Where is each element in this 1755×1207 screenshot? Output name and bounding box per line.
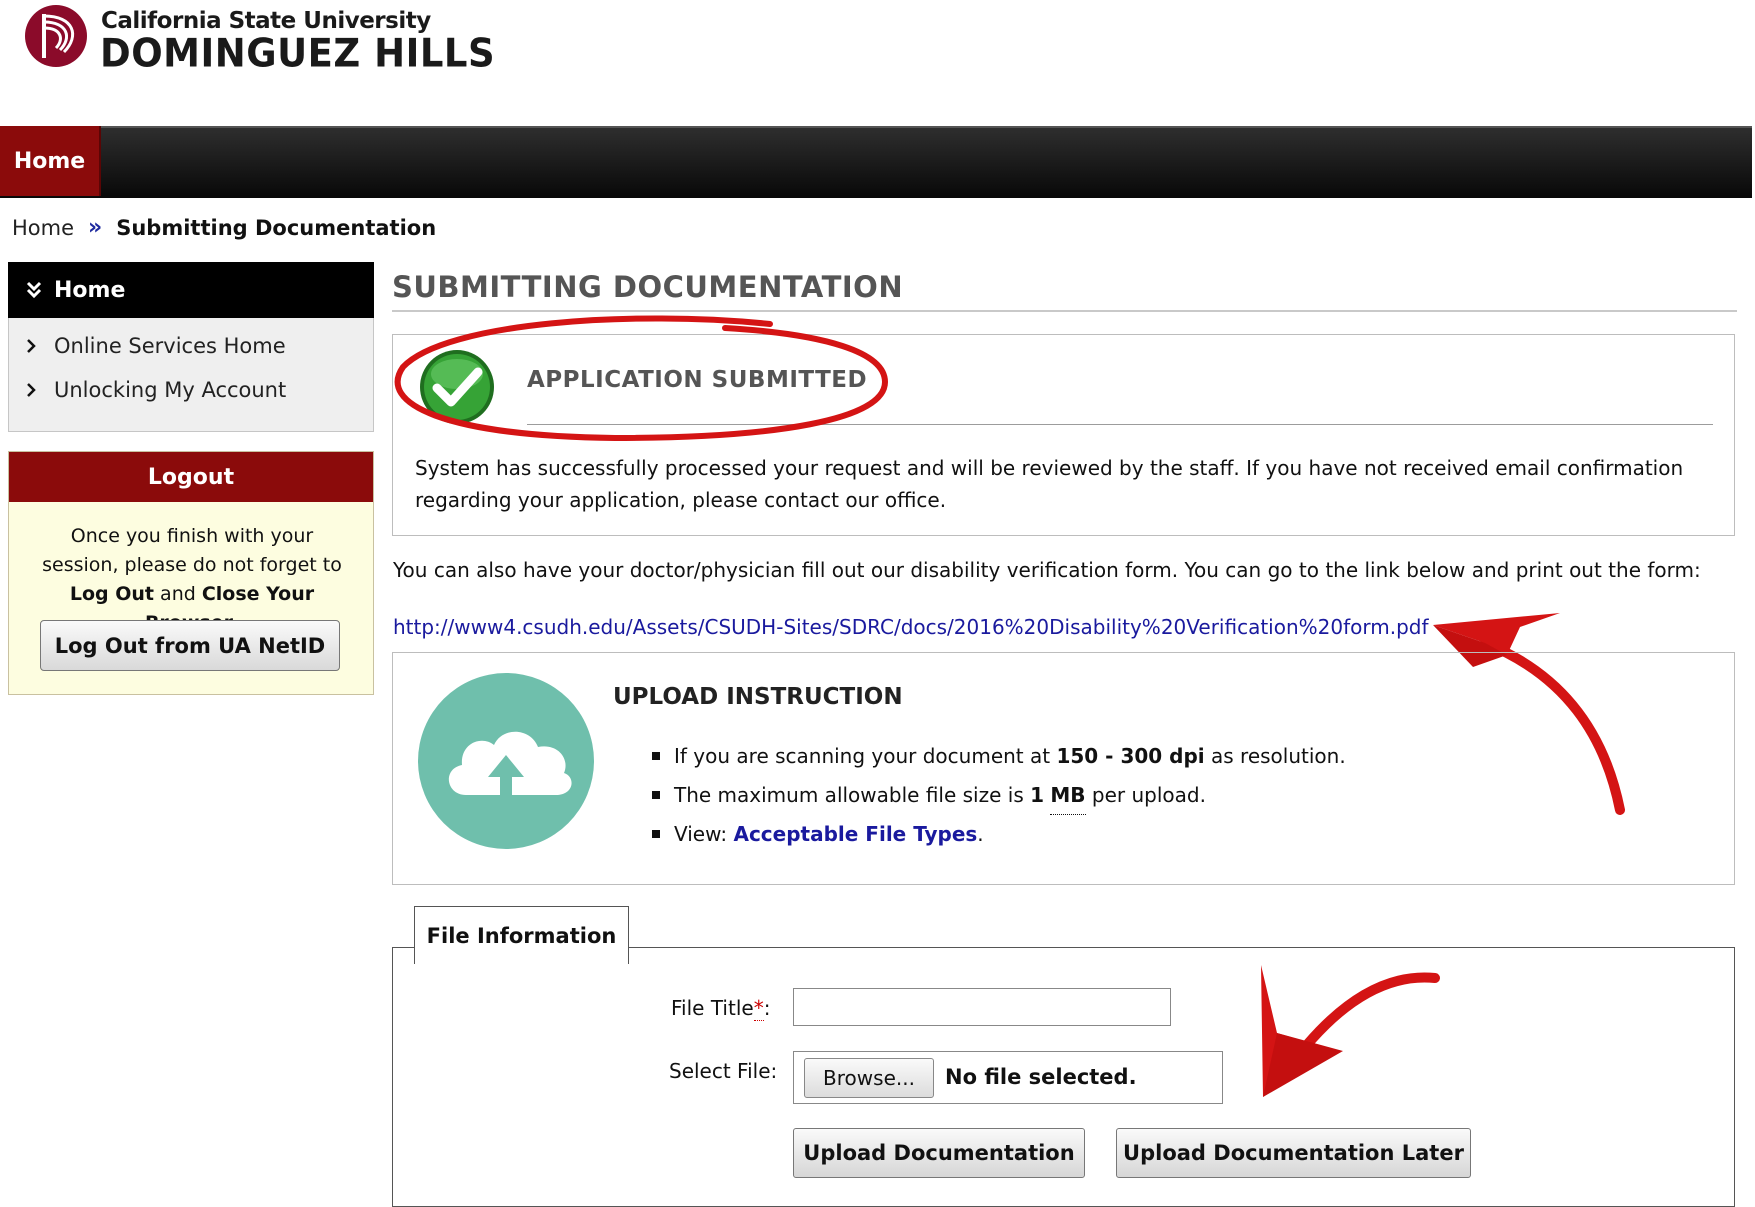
bullet-icon: [652, 791, 660, 800]
instruction-text: The maximum allowable file size is: [674, 783, 1024, 807]
logo-campus-name: DOMINGUEZ HILLS: [100, 31, 496, 77]
tab-file-information[interactable]: File Information: [414, 906, 629, 964]
file-title-label: File Title*:: [671, 996, 771, 1021]
sidebar-item-label: Unlocking My Account: [54, 378, 287, 402]
chevron-right-icon: [27, 383, 36, 397]
breadcrumb: Home » Submitting Documentation: [12, 215, 436, 240]
instruction-bold: 150 - 300 dpi: [1056, 744, 1205, 768]
instruction-bold: 1: [1030, 783, 1045, 807]
instruction-text: .: [977, 822, 984, 846]
chevron-right-icon: [27, 339, 36, 353]
verification-instruction-text: You can also have your doctor/physician …: [393, 558, 1701, 582]
instruction-text: View:: [674, 822, 728, 846]
instruction-abbr: MB: [1050, 776, 1086, 815]
acceptable-file-types-link[interactable]: Acceptable File Types: [733, 815, 977, 854]
sidebar-heading[interactable]: Home: [8, 262, 374, 318]
sidebar-heading-label: Home: [54, 277, 126, 303]
breadcrumb-current: Submitting Documentation: [116, 215, 437, 240]
bullet-icon: [652, 752, 660, 761]
breadcrumb-separator-icon: »: [88, 215, 103, 240]
submitted-message: System has successfully processed your r…: [415, 456, 1684, 512]
file-title-label-text: File Title: [671, 996, 754, 1020]
upload-instruction-heading: UPLOAD INSTRUCTION: [613, 684, 903, 710]
upload-documentation-later-button[interactable]: Upload Documentation Later: [1116, 1128, 1471, 1178]
nav-home-tab[interactable]: Home: [0, 126, 101, 196]
logout-text-part: and: [160, 583, 196, 605]
browse-button[interactable]: Browse...: [804, 1058, 934, 1098]
sidebar-item-online-services-home[interactable]: Online Services Home: [26, 334, 286, 358]
logout-heading: Logout: [9, 452, 373, 502]
select-file-label: Select File:: [669, 1059, 778, 1083]
cloud-upload-icon: [418, 673, 594, 849]
upload-documentation-button[interactable]: Upload Documentation: [793, 1128, 1085, 1178]
label-colon: :: [763, 996, 771, 1020]
instruction-text: per upload.: [1091, 783, 1206, 807]
top-navbar: [0, 126, 1752, 198]
csudh-logo-icon: [25, 5, 87, 67]
instruction-text: as resolution.: [1211, 744, 1346, 768]
list-item: View: Acceptable File Types.: [652, 815, 1346, 854]
required-mark: *: [753, 996, 764, 1021]
list-item: The maximum allowable file size is 1 MB …: [652, 776, 1346, 815]
breadcrumb-home-link[interactable]: Home: [12, 216, 74, 240]
bullet-icon: [652, 830, 660, 839]
list-item: If you are scanning your document at 150…: [652, 737, 1346, 776]
sidebar-item-label: Online Services Home: [54, 334, 286, 358]
logout-text-part: Once you finish with your session, pleas…: [42, 525, 342, 576]
instruction-text: If you are scanning your document at: [674, 744, 1051, 768]
page-title: SUBMITTING DOCUMENTATION: [392, 270, 904, 304]
logout-text-bold: Log Out: [69, 583, 154, 605]
red-annotation-circle: [394, 315, 889, 442]
sidebar-item-unlocking-my-account[interactable]: Unlocking My Account: [26, 378, 286, 402]
upload-instruction-list: If you are scanning your document at 150…: [652, 737, 1346, 854]
no-file-selected-text: No file selected.: [945, 1065, 1137, 1089]
red-annotation-arrow-icon: [1261, 965, 1440, 1097]
file-title-input[interactable]: [793, 988, 1171, 1026]
verification-form-link[interactable]: http://www4.csudh.edu/Assets/CSUDH-Sites…: [393, 615, 1429, 639]
logout-button[interactable]: Log Out from UA NetID: [40, 620, 340, 671]
double-chevron-down-icon: [26, 281, 42, 299]
